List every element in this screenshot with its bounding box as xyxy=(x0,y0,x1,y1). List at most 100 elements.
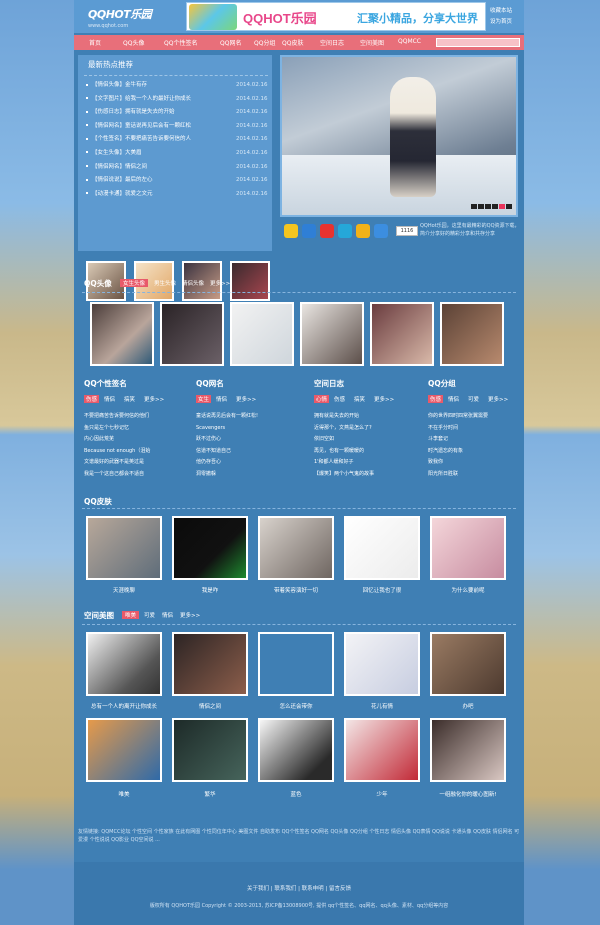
tag[interactable]: 伤感 xyxy=(428,395,444,403)
hot-item-text[interactable]: 【情侣网名】童话说再见后会有一颗红松 xyxy=(92,123,191,129)
more-link[interactable]: 更多>> xyxy=(374,395,394,403)
tag[interactable]: 情侣 xyxy=(448,395,459,403)
slide-dot[interactable] xyxy=(478,204,484,209)
space-pic[interactable] xyxy=(344,718,420,782)
pic-caption[interactable]: 总有一个人的离开让你成长 xyxy=(84,702,164,710)
hot-item-text[interactable]: 【个性签名】不要把痛苦告诉要何信的人 xyxy=(92,136,191,142)
list-item[interactable]: 他仍存吾心 xyxy=(196,457,306,469)
qzone-icon[interactable] xyxy=(356,224,370,238)
column-title[interactable]: 空间日志 xyxy=(314,378,424,389)
search-input[interactable] xyxy=(436,38,520,47)
tag[interactable]: 情侣 xyxy=(162,611,173,619)
pic-caption[interactable]: 蓝色 xyxy=(256,790,336,798)
space-pic[interactable] xyxy=(344,632,420,696)
tag-couple-avatar[interactable]: 情侣头像 xyxy=(182,279,204,287)
list-item[interactable]: 斗李套记 xyxy=(428,434,538,446)
list-item[interactable]: 【个性签名】不要把痛苦告诉要何信的人 2014.02.16 xyxy=(86,133,268,147)
more-link[interactable]: 更多>> xyxy=(488,395,508,403)
more-link[interactable]: 更多>> xyxy=(210,279,230,287)
avatar-photo[interactable] xyxy=(160,302,224,366)
star-icon[interactable] xyxy=(284,224,298,238)
pic-caption[interactable]: 怎么还会带你 xyxy=(256,702,336,710)
list-item[interactable]: 近得那个，文燕是怎么了? xyxy=(314,423,424,435)
tag-boy-avatar[interactable]: 男生头像 xyxy=(154,279,176,287)
skin-caption[interactable]: 天涯晚聊 xyxy=(84,586,164,594)
tag[interactable]: 伤感 xyxy=(334,395,345,403)
tag[interactable]: 搞笑 xyxy=(354,395,365,403)
nav-item-mcc[interactable]: QQMCC xyxy=(398,38,421,45)
tag[interactable]: 搞笑 xyxy=(124,395,135,403)
space-pic[interactable] xyxy=(172,718,248,782)
list-item[interactable]: 再见，也有一颗暖暖的 xyxy=(314,446,424,458)
list-item[interactable]: 【文字图片】给我一个人的最好让你成长 2014.02.16 xyxy=(86,93,268,107)
list-item[interactable]: 【动漫卡通】就爱之文元 2014.02.16 xyxy=(86,188,268,202)
slide-dot[interactable] xyxy=(485,204,491,209)
space-pic[interactable] xyxy=(86,718,162,782)
nav-item-skin[interactable]: QQ皮肤 xyxy=(282,38,303,47)
bookmark-link[interactable]: 收藏本站 xyxy=(490,6,524,17)
list-item[interactable]: 【情侣网名】情侣之间 2014.02.16 xyxy=(86,161,268,175)
more-link[interactable]: 更多>> xyxy=(236,395,256,403)
skin-preview[interactable] xyxy=(86,516,162,580)
list-item[interactable]: 1'和都人缓和好子 xyxy=(314,457,424,469)
hot-item-text[interactable]: 【情侣说说】最后的左心 xyxy=(92,177,153,183)
space-pic[interactable] xyxy=(258,718,334,782)
hot-item-text[interactable]: 【情侣网名】情侣之间 xyxy=(92,164,147,170)
list-item[interactable]: 跃不过伤心 xyxy=(196,434,306,446)
tag[interactable]: 唯美 xyxy=(122,611,140,619)
list-item[interactable]: 【伤感日志】拥有就是失去的开始 2014.02.16 xyxy=(86,106,268,120)
section-title[interactable]: 空间美图 xyxy=(84,610,114,621)
skin-caption[interactable]: 我是咋 xyxy=(170,586,250,594)
pic-caption[interactable]: 一组融化你的暖心图新! xyxy=(428,790,508,798)
list-item[interactable]: 内心因此荒芜 xyxy=(84,434,194,446)
nav-item-blog[interactable]: 空间日志 xyxy=(320,38,344,47)
header-banner[interactable]: QQHOT乐园 汇聚小精品，分享大世界 xyxy=(186,2,486,31)
slide-dot[interactable] xyxy=(492,204,498,209)
friend-links[interactable]: 友情链接: QQMCC论坛 个性空间 个性家族 在此有网图 个性同位年中心 美图… xyxy=(78,828,520,860)
pic-caption[interactable]: 繁华 xyxy=(170,790,250,798)
set-homepage-link[interactable]: 设为首页 xyxy=(490,17,524,28)
tencent-weibo-icon[interactable] xyxy=(338,224,352,238)
list-item[interactable]: 不要把痛苦告诉要何信的他们 xyxy=(84,411,194,423)
pic-caption[interactable]: 花儿有情 xyxy=(342,702,422,710)
list-item[interactable]: 依旧空如 xyxy=(314,434,424,446)
list-item[interactable]: Because not enough（泪始 xyxy=(84,446,194,458)
pic-caption[interactable]: 唯美 xyxy=(84,790,164,798)
nav-item-avatar[interactable]: QQ头像 xyxy=(123,38,144,47)
skin-preview[interactable] xyxy=(172,516,248,580)
column-title[interactable]: QQ分组 xyxy=(428,378,538,389)
nav-item-signature[interactable]: QQ个性签名 xyxy=(164,38,197,47)
avatar-photo[interactable] xyxy=(440,302,504,366)
space-pic[interactable] xyxy=(172,632,248,696)
nav-item-pics[interactable]: 空间美图 xyxy=(360,38,384,47)
avatar-photo[interactable] xyxy=(300,302,364,366)
list-item[interactable]: 【女生头像】大美眉 2014.02.16 xyxy=(86,147,268,161)
list-item[interactable]: 时汽遗忘的有象 xyxy=(428,446,538,458)
footer-nav[interactable]: 关于我们 | 联系我们 | 联系申明 | 留言反馈 xyxy=(74,884,524,892)
avatar-photo[interactable] xyxy=(230,302,294,366)
pic-caption[interactable]: 情侣之间 xyxy=(170,702,250,710)
column-title[interactable]: QQ网名 xyxy=(196,378,306,389)
more-link[interactable]: 更多>> xyxy=(180,611,200,619)
skin-preview[interactable] xyxy=(344,516,420,580)
skin-caption[interactable]: 回忆让我也了很 xyxy=(342,586,422,594)
tag[interactable]: 伤感 xyxy=(84,395,100,403)
site-logo[interactable]: QQHOT乐园 www.qqhot.com xyxy=(88,6,168,29)
skin-preview[interactable] xyxy=(430,516,506,580)
tieba-icon[interactable] xyxy=(302,224,316,238)
list-item[interactable]: 【情侣头像】金牛有存 2014.02.16 xyxy=(86,79,268,93)
list-item[interactable]: 【爆笑】两个小气鬼的故事 xyxy=(314,469,424,481)
slide-dot[interactable] xyxy=(506,204,512,209)
column-title[interactable]: QQ个性签名 xyxy=(84,378,194,389)
space-pic[interactable] xyxy=(430,632,506,696)
hot-item-text[interactable]: 【女生头像】大美眉 xyxy=(92,150,142,156)
list-item[interactable]: 不在乎分时间 xyxy=(428,423,538,435)
list-item[interactable]: 鱼只是左个七秒记忆 xyxy=(84,423,194,435)
tag[interactable]: 女生 xyxy=(196,395,212,403)
nav-item-home[interactable]: 首页 xyxy=(89,38,101,47)
list-item[interactable]: Scavengers xyxy=(196,423,306,435)
list-item[interactable]: 我是一个这自己都会不适自 xyxy=(84,469,194,481)
list-item[interactable]: 你的世界四时四常张翼需要 xyxy=(428,411,538,423)
avatar-photo[interactable] xyxy=(90,302,154,366)
tag[interactable]: 心情 xyxy=(314,395,330,403)
